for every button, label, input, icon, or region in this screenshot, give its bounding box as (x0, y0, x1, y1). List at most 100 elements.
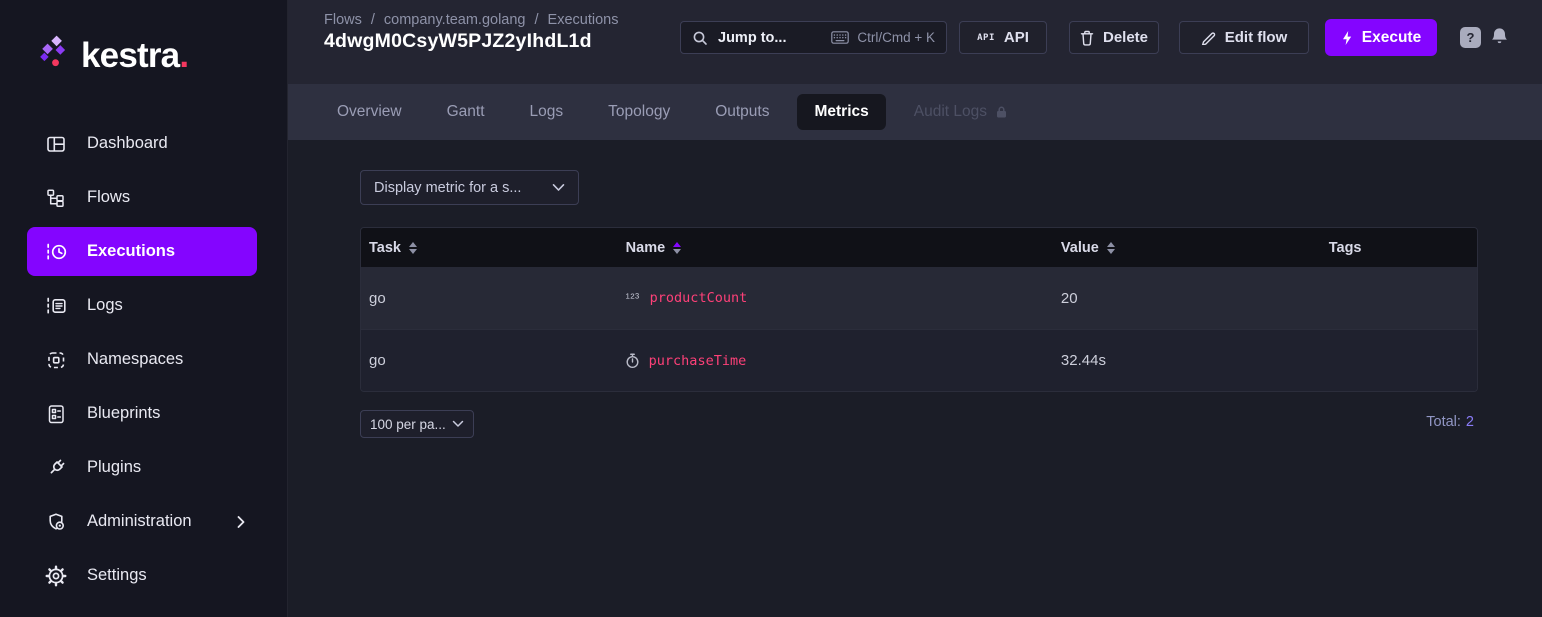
sidebar-item-label: Plugins (87, 458, 141, 477)
namespaces-icon (44, 348, 68, 372)
table-row[interactable]: go ¹²³ productCount 20 (361, 267, 1477, 329)
per-page-select[interactable]: 100 per pa... (360, 410, 474, 438)
tab-outputs[interactable]: Outputs (698, 94, 786, 130)
tab-overview[interactable]: Overview (320, 94, 419, 130)
sidebar-item-logs[interactable]: Logs (27, 281, 257, 330)
kestra-logo-text: kestra. (81, 34, 188, 78)
sidebar-item-label: Executions (87, 242, 175, 261)
metrics-panel: Display metric for a s... Task Name Valu… (288, 140, 1542, 617)
lock-icon (995, 105, 1008, 119)
sidebar-item-dashboard[interactable]: Dashboard (27, 119, 257, 168)
metric-filter-value: Display metric for a s... (374, 180, 521, 196)
execution-tabs: Overview Gantt Logs Topology Outputs Met… (288, 84, 1542, 140)
execute-button[interactable]: Execute (1325, 19, 1437, 56)
executions-icon (44, 240, 68, 264)
sidebar-item-label: Flows (87, 188, 130, 207)
flows-icon (44, 186, 68, 210)
breadcrumb-executions[interactable]: Executions (548, 12, 619, 28)
timer-icon (626, 353, 639, 369)
kestra-logo[interactable]: kestra. (38, 34, 188, 78)
sidebar-item-flows[interactable]: Flows (27, 173, 257, 222)
chevron-down-icon (552, 183, 565, 192)
tab-topology[interactable]: Topology (591, 94, 687, 130)
chevron-right-icon (237, 516, 245, 528)
sidebar: kestra. Dashboard Flows (0, 0, 288, 617)
bell-icon[interactable] (1490, 26, 1509, 46)
tab-audit-logs: Audit Logs (897, 94, 1025, 130)
help-icon[interactable]: ? (1460, 27, 1481, 48)
settings-icon (44, 564, 68, 588)
delete-button[interactable]: Delete (1069, 21, 1159, 54)
metrics-table: Task Name Value Tags go ¹²³ productCount… (360, 227, 1478, 392)
breadcrumb-separator: / (535, 12, 539, 28)
sort-icon (409, 242, 417, 254)
column-header-task[interactable]: Task (361, 240, 618, 256)
sidebar-item-blueprints[interactable]: Blueprints (27, 389, 257, 438)
column-header-tags: Tags (1321, 240, 1477, 256)
metric-name: productCount (650, 290, 748, 306)
api-icon: API (977, 33, 995, 43)
lightning-icon (1341, 30, 1353, 46)
metric-filter-select[interactable]: Display metric for a s... (360, 170, 579, 205)
column-header-tags-label: Tags (1329, 240, 1362, 256)
column-header-value[interactable]: Value (1053, 240, 1321, 256)
total-label: Total: (1426, 414, 1461, 430)
per-page-value: 100 per pa... (370, 417, 446, 432)
breadcrumb-flows[interactable]: Flows (324, 12, 362, 28)
logo-dot: . (179, 36, 188, 75)
page-title: 4dwgM0CsyW5PJZ2yIhdL1d (324, 30, 618, 53)
administration-icon (44, 510, 68, 534)
column-header-name[interactable]: Name (618, 240, 1053, 256)
breadcrumb: Flows / company.team.golang / Executions (324, 12, 618, 28)
edit-flow-button-label: Edit flow (1225, 29, 1288, 46)
sidebar-item-label: Logs (87, 296, 123, 315)
sidebar-item-label: Blueprints (87, 404, 160, 423)
sidebar-item-label: Namespaces (87, 350, 183, 369)
search-icon (692, 30, 708, 46)
name-cell: purchaseTime (618, 353, 1053, 369)
counter-icon: ¹²³ (626, 291, 640, 305)
sidebar-nav: Dashboard Flows Executions (0, 119, 287, 600)
jump-to-search[interactable]: Jump to... Ctrl/Cmd + K (680, 21, 947, 54)
trash-icon (1080, 30, 1094, 46)
task-cell: go (361, 352, 618, 369)
dashboard-icon (44, 132, 68, 156)
api-button-label: API (1004, 29, 1029, 46)
sort-icon (1107, 242, 1115, 254)
help-label: ? (1467, 30, 1475, 45)
sidebar-item-label: Settings (87, 566, 147, 585)
edit-flow-button[interactable]: Edit flow (1179, 21, 1309, 54)
api-button[interactable]: API API (959, 21, 1047, 54)
breadcrumb-namespace[interactable]: company.team.golang (384, 12, 526, 28)
tab-audit-logs-label: Audit Logs (914, 103, 987, 121)
blueprints-icon (44, 402, 68, 426)
total-count: Total:2 (1426, 414, 1474, 430)
search-shortcut: Ctrl/Cmd + K (831, 30, 935, 45)
plugins-icon (44, 456, 68, 480)
sidebar-item-plugins[interactable]: Plugins (27, 443, 257, 492)
pencil-icon (1201, 30, 1216, 45)
value-cell: 32.44s (1053, 352, 1321, 369)
tab-metrics[interactable]: Metrics (797, 94, 885, 130)
column-header-task-label: Task (369, 240, 401, 256)
sidebar-item-label: Administration (87, 512, 192, 531)
value-cell: 20 (1053, 290, 1321, 307)
keyboard-icon (831, 31, 849, 44)
sidebar-item-executions[interactable]: Executions (27, 227, 257, 276)
column-header-value-label: Value (1061, 240, 1099, 256)
top-bar: Flows / company.team.golang / Executions… (288, 0, 1542, 84)
chevron-down-icon (452, 420, 464, 428)
table-row[interactable]: go purchaseTime 32.44s (361, 329, 1477, 391)
execute-button-label: Execute (1362, 29, 1421, 47)
metric-name: purchaseTime (649, 353, 747, 369)
name-cell: ¹²³ productCount (618, 290, 1053, 306)
column-header-name-label: Name (626, 240, 666, 256)
breadcrumb-block: Flows / company.team.golang / Executions… (324, 12, 618, 53)
tab-gantt[interactable]: Gantt (430, 94, 502, 130)
breadcrumb-separator: / (371, 12, 375, 28)
delete-button-label: Delete (1103, 29, 1148, 46)
sidebar-item-namespaces[interactable]: Namespaces (27, 335, 257, 384)
sidebar-item-settings[interactable]: Settings (27, 551, 257, 600)
tab-logs[interactable]: Logs (513, 94, 581, 130)
sidebar-item-administration[interactable]: Administration (27, 497, 257, 546)
